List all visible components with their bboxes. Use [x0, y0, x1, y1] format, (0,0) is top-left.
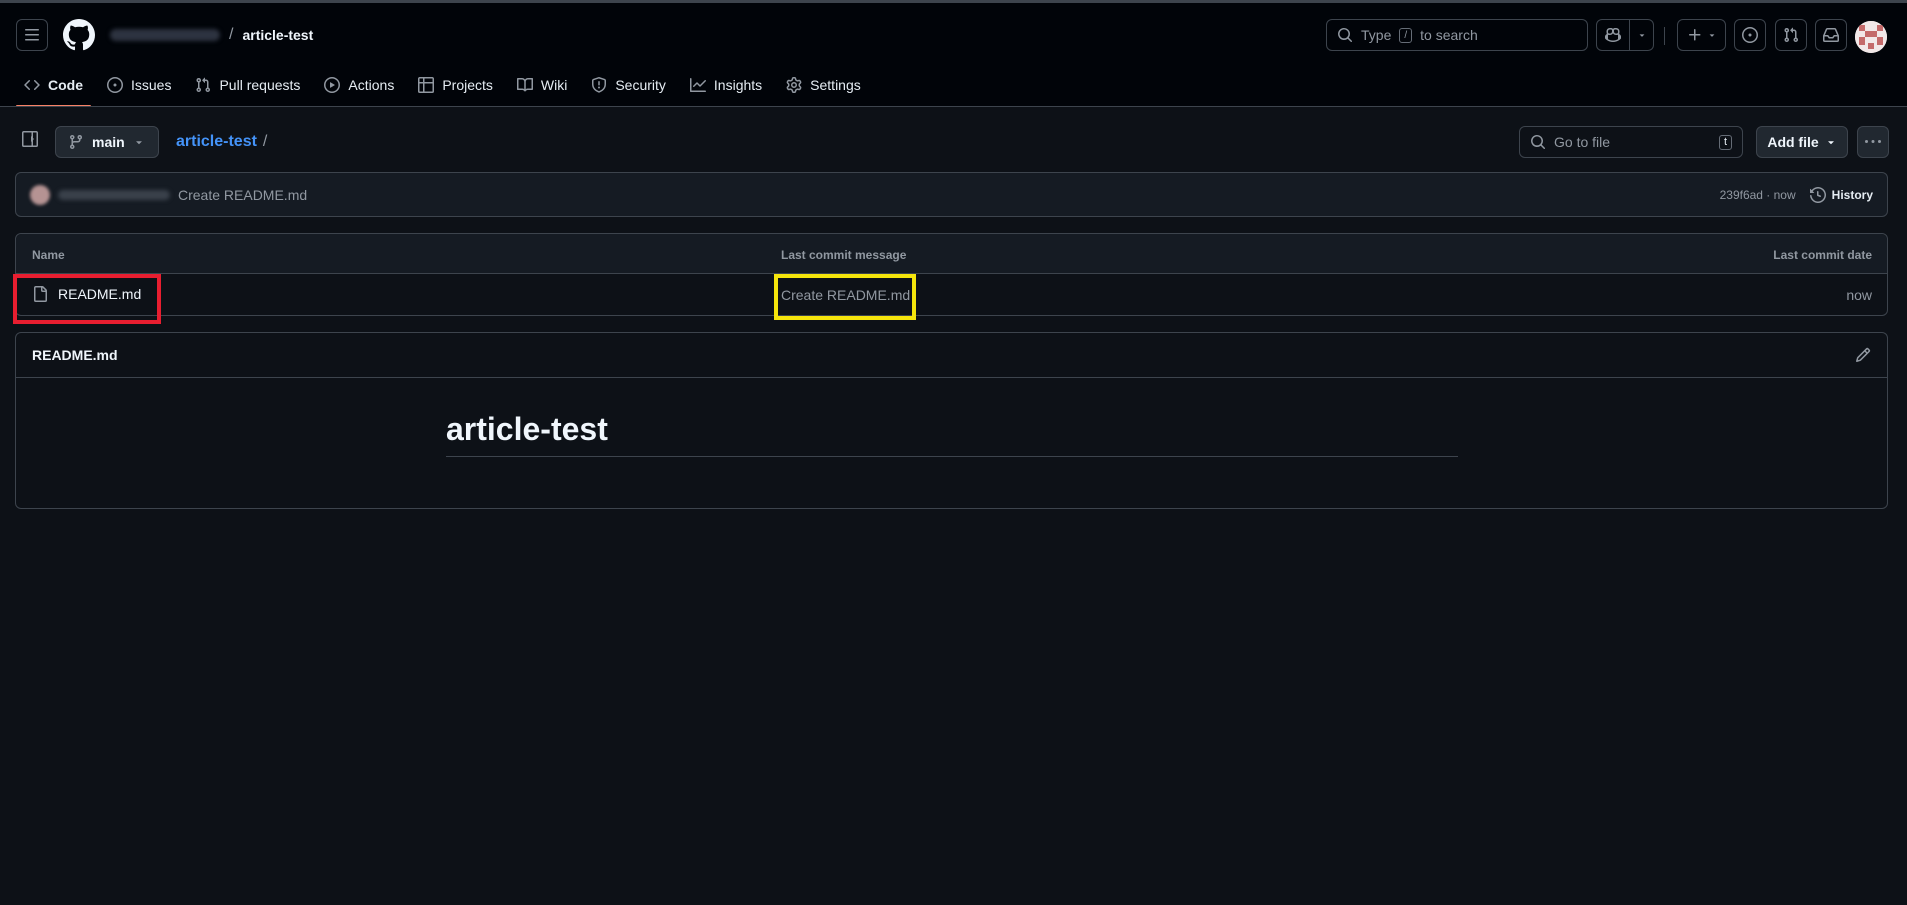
chevron-down-icon — [1639, 34, 1644, 37]
tab-label: Security — [615, 77, 666, 93]
code-icon — [24, 79, 40, 91]
kebab-horizontal-icon — [1865, 140, 1881, 143]
readme-panel: README.md article-test — [15, 332, 1888, 509]
top-bar: / article-test Type / to search — [0, 3, 1907, 67]
tab-label: Issues — [131, 77, 172, 93]
history-label: History — [1831, 187, 1873, 202]
copilot-button[interactable] — [1596, 19, 1654, 51]
history-icon — [1809, 186, 1826, 203]
tab-insights[interactable]: Insights — [682, 67, 770, 103]
pencil-icon — [1855, 347, 1871, 363]
gear-icon — [786, 77, 802, 93]
table-icon — [418, 77, 435, 93]
add-file-label: Add file — [1767, 134, 1819, 150]
inbox-icon — [1823, 28, 1839, 42]
git-pull-request-icon — [196, 77, 211, 93]
book-icon — [516, 77, 533, 92]
tab-label: Projects — [442, 77, 493, 93]
search-input[interactable]: Type / to search — [1326, 19, 1588, 51]
go-to-file-shortcut-key: t — [1718, 134, 1732, 150]
search-placeholder-prefix: Type — [1361, 27, 1392, 43]
hamburger-icon — [25, 29, 39, 41]
sidebar-expand-icon — [22, 131, 38, 147]
branch-name: main — [92, 134, 125, 150]
file-icon — [34, 286, 47, 302]
commit-author-redacted[interactable] — [58, 189, 170, 200]
copilot-icon — [1605, 27, 1622, 43]
history-button[interactable]: History — [1809, 186, 1873, 203]
breadcrumb: article-test / — [176, 133, 267, 151]
tab-settings[interactable]: Settings — [778, 67, 869, 103]
file-commit-message-link[interactable]: Create README.md — [781, 287, 910, 303]
tab-wiki[interactable]: Wiki — [509, 67, 575, 103]
file-commit-date: now — [1846, 287, 1872, 303]
edit-readme-button[interactable] — [1855, 347, 1871, 363]
file-link-readme[interactable]: README.md — [32, 286, 141, 302]
branch-selector[interactable]: main — [55, 126, 159, 158]
tab-projects[interactable]: Projects — [410, 67, 501, 103]
tab-label: Code — [48, 77, 83, 93]
tab-pull-requests[interactable]: Pull requests — [187, 67, 308, 103]
tab-label: Settings — [810, 77, 861, 93]
pull-requests-button[interactable] — [1775, 19, 1807, 51]
go-to-file-placeholder: Go to file — [1554, 134, 1611, 150]
file-table: Name Last commit message Last commit dat… — [15, 233, 1888, 316]
issue-opened-icon — [107, 77, 123, 93]
triangle-down-icon — [135, 141, 142, 145]
repo-toolbar: main article-test / Go to file t Add file — [0, 107, 1907, 175]
triangle-down-icon — [1827, 141, 1834, 145]
more-options-button[interactable] — [1857, 126, 1889, 158]
chevron-down-icon — [1709, 34, 1714, 37]
go-to-file-input[interactable]: Go to file t — [1519, 126, 1743, 158]
search-shortcut-key: / — [1399, 27, 1413, 43]
tab-label: Wiki — [540, 77, 568, 93]
user-avatar[interactable] — [1855, 21, 1887, 53]
shield-icon — [592, 77, 607, 93]
repo-nav-tabs: Code Issues Pull requests Actions Projec… — [16, 67, 877, 107]
create-new-button[interactable] — [1677, 19, 1726, 51]
issues-button[interactable] — [1734, 19, 1766, 51]
global-header: / article-test Type / to search Code Iss… — [0, 3, 1907, 107]
column-header-last-commit-date: Last commit date — [1773, 248, 1872, 262]
path-separator: / — [229, 26, 234, 43]
search-placeholder-suffix: to search — [1420, 27, 1478, 43]
menu-button[interactable] — [16, 19, 48, 51]
breadcrumb-repo-link[interactable]: article-test — [176, 133, 257, 150]
table-row: README.md Create README.md now — [16, 274, 1887, 315]
issue-opened-icon — [1742, 27, 1758, 43]
tab-code[interactable]: Code — [16, 67, 91, 107]
readme-header: README.md — [16, 333, 1887, 378]
commit-sha-time[interactable]: 239f6ad · now — [1720, 188, 1796, 202]
owner-name-redacted[interactable] — [110, 29, 220, 41]
latest-commit-bar: Create README.md 239f6ad · now History — [15, 172, 1888, 217]
column-header-last-commit-message: Last commit message — [781, 248, 907, 262]
tab-label: Insights — [713, 77, 763, 93]
readme-heading: article-test — [446, 411, 1458, 457]
commit-message-link[interactable]: Create README.md — [178, 187, 307, 203]
add-file-button[interactable]: Add file — [1756, 126, 1848, 158]
git-branch-icon — [69, 135, 82, 150]
file-name: README.md — [58, 286, 142, 302]
graph-icon — [689, 78, 706, 92]
search-icon — [1338, 28, 1353, 43]
tab-label: Pull requests — [219, 77, 301, 93]
repo-name-link[interactable]: article-test — [242, 27, 313, 43]
git-pull-request-icon — [1784, 27, 1799, 43]
plus-icon — [1688, 29, 1700, 41]
tab-security[interactable]: Security — [583, 67, 674, 103]
search-icon — [1531, 135, 1546, 150]
tab-issues[interactable]: Issues — [99, 67, 179, 103]
readme-filename[interactable]: README.md — [32, 347, 118, 363]
github-logo-icon[interactable] — [63, 19, 95, 51]
tab-actions[interactable]: Actions — [316, 67, 402, 103]
breadcrumb-separator: / — [262, 133, 268, 150]
file-tree-toggle-button[interactable] — [22, 131, 38, 147]
play-icon — [324, 77, 341, 93]
file-table-header: Name Last commit message Last commit dat… — [16, 234, 1887, 274]
column-header-name: Name — [32, 248, 65, 262]
tab-label: Actions — [348, 77, 395, 93]
inbox-button[interactable] — [1815, 19, 1847, 51]
commit-author-avatar[interactable] — [30, 184, 50, 205]
